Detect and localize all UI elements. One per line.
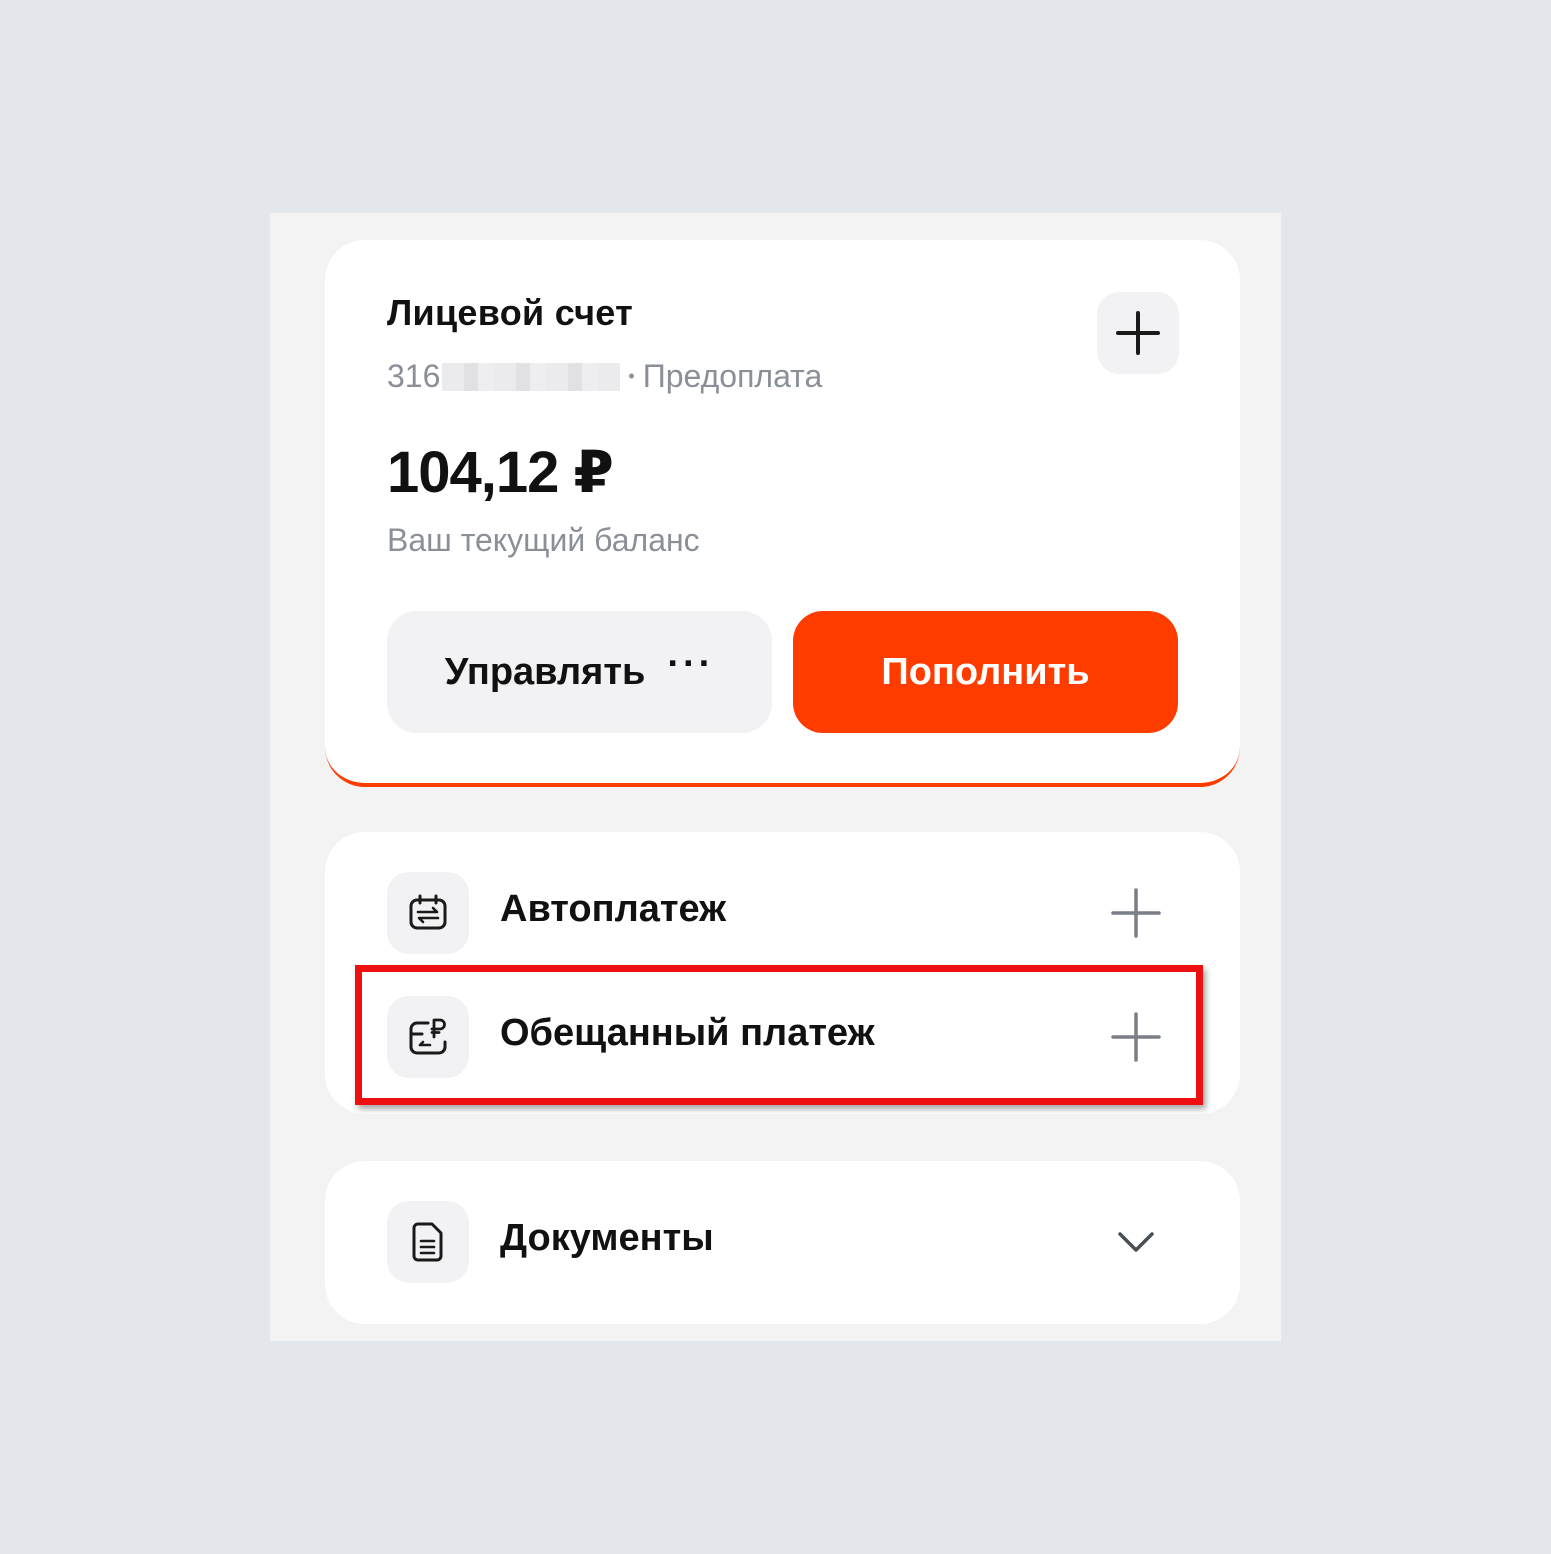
autopay-icon bbox=[409, 894, 447, 930]
balance-caption: Ваш текущий баланс bbox=[387, 522, 700, 558]
documents-expand-button[interactable] bbox=[1107, 1213, 1165, 1271]
account-number: 316 bbox=[387, 358, 441, 394]
promised-payment-icon-tile bbox=[387, 996, 469, 1078]
documents-card[interactable]: Документы bbox=[325, 1161, 1240, 1324]
services-card: Автоплатеж Обещанный платеж bbox=[325, 832, 1240, 1114]
documents-label: Документы bbox=[500, 1217, 714, 1259]
separator-dot: • bbox=[628, 366, 635, 386]
service-label-autopay: Автоплатеж bbox=[500, 888, 727, 930]
chevron-down-icon bbox=[1118, 1232, 1154, 1252]
add-promised-payment-button[interactable] bbox=[1107, 1008, 1165, 1066]
plus-icon bbox=[1116, 311, 1160, 355]
balance-amount: 104,12 ₽ bbox=[387, 440, 614, 505]
topup-button-label: Пополнить bbox=[881, 650, 1090, 693]
document-icon-tile bbox=[387, 1201, 469, 1283]
add-autopay-button[interactable] bbox=[1107, 884, 1165, 942]
document-icon bbox=[412, 1222, 443, 1262]
topup-button[interactable]: Пополнить bbox=[793, 611, 1178, 733]
service-label-promised-payment: Обещанный платеж bbox=[500, 1012, 875, 1054]
account-card: Лицевой счет 316 • Предоплата 104,12 ₽ В… bbox=[325, 240, 1240, 787]
manage-button[interactable]: Управлять ··· bbox=[387, 611, 772, 733]
account-tariff: Предоплата bbox=[642, 358, 823, 394]
plus-icon bbox=[1111, 888, 1161, 938]
service-row-autopay[interactable]: Автоплатеж bbox=[325, 872, 1240, 954]
add-account-button[interactable] bbox=[1097, 292, 1179, 374]
manage-button-label: Управлять bbox=[444, 650, 646, 693]
account-number-redacted bbox=[442, 362, 621, 391]
autopay-icon-tile bbox=[387, 872, 469, 954]
service-row-promised-payment[interactable]: Обещанный платеж bbox=[325, 996, 1240, 1078]
plus-icon bbox=[1111, 1012, 1161, 1062]
account-subtitle: 316 • Предоплата bbox=[387, 358, 822, 395]
promised-payment-icon bbox=[409, 1018, 447, 1055]
account-title: Лицевой счет bbox=[387, 292, 634, 333]
more-dots-icon: ··· bbox=[667, 643, 715, 685]
documents-row[interactable]: Документы bbox=[325, 1201, 1240, 1283]
